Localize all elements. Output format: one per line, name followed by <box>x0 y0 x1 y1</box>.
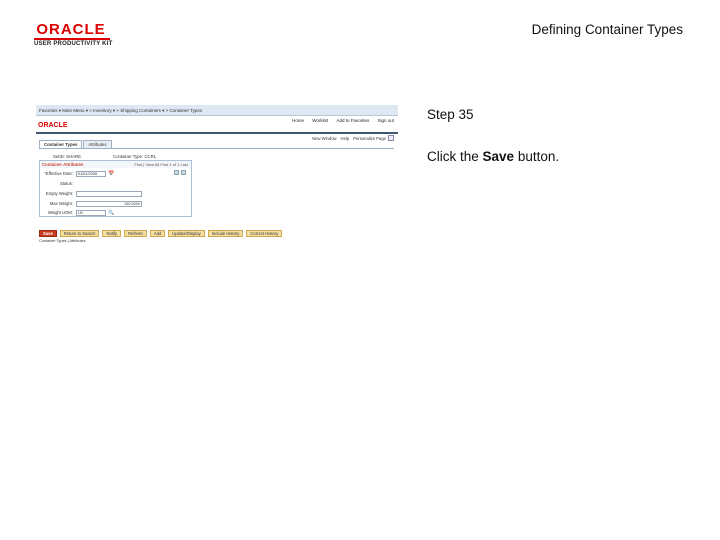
save-button[interactable]: Save <box>39 230 57 237</box>
instruction-target: Save <box>482 149 515 164</box>
page-options-icon[interactable] <box>388 135 394 141</box>
field-row-effective-date: *Effective Date: 01/01/2008 📅 <box>40 171 150 177</box>
field-row-status: Status: <box>40 181 150 187</box>
correct-history-button[interactable]: Correct History <box>246 230 283 237</box>
nav-signout-link[interactable]: Sign out <box>377 118 394 123</box>
header-divider <box>36 132 398 134</box>
setid-label: SetID: SHARE <box>53 154 81 159</box>
logo-brand: ORACLE <box>36 21 106 38</box>
panel-title: Container Attributes <box>42 162 84 167</box>
app-screenshot: Favorites ▾ Main Menu ▾ > Inventory ▾ > … <box>36 105 398 247</box>
step-label: Step 35 <box>427 107 474 122</box>
container-type-label: Container Type: CCRL <box>113 154 157 159</box>
field-label: Empty Weight: <box>45 191 73 196</box>
delete-row-icon[interactable] <box>181 170 186 175</box>
nav-worklist-link[interactable]: Worklist <box>312 118 328 123</box>
max-weight-input[interactable]: 150.0000 <box>76 201 142 207</box>
top-nav: Home Worklist Add to Favorites Sign out <box>285 118 394 123</box>
tab-container-types[interactable]: Container Types <box>39 140 83 148</box>
field-label: Max Weight: <box>49 201 73 206</box>
toolbar: Save Return to Search Notify Refresh Add… <box>39 230 285 237</box>
lookup-icon[interactable]: 🔍 <box>108 210 114 216</box>
slide-title: Defining Container Types <box>531 22 683 37</box>
field-row-max-weight: Max Weight: 150.0000 <box>40 201 150 207</box>
field-label: Weight UOM: <box>47 210 73 215</box>
field-label: Status: <box>59 181 73 186</box>
update-display-button[interactable]: Update/Display <box>168 230 205 237</box>
logo-rule <box>34 38 110 40</box>
return-to-search-button[interactable]: Return to Search <box>59 230 100 237</box>
nav-home-link[interactable]: Home <box>292 118 304 123</box>
page-actions: New Window Help Personalize Page <box>308 135 394 141</box>
container-attributes-panel: Container Attributes Find | View All Fir… <box>39 160 192 217</box>
field-label: *Effective Date: <box>44 171 73 176</box>
panel-header: Container Attributes Find | View All Fir… <box>40 161 191 168</box>
logo-product: USER PRODUCTIVITY KIT <box>34 41 113 47</box>
app-logo: ORACLE <box>38 122 68 129</box>
breadcrumb: Favorites ▾ Main Menu ▾ > Inventory ▾ > … <box>36 105 398 116</box>
instruction-suffix: button. <box>514 149 560 164</box>
nav-add-favorites-link[interactable]: Add to Favorites <box>336 118 369 123</box>
refresh-button[interactable]: Refresh <box>124 230 147 237</box>
footer-links[interactable]: Container Types | Attributes <box>39 239 86 243</box>
help-link[interactable]: Help <box>341 136 350 141</box>
notify-button[interactable]: Notify <box>102 230 122 237</box>
tab-attributes[interactable]: Attributes <box>83 140 112 148</box>
page-tabs: Container Types Attributes <box>39 140 113 148</box>
include-history-button[interactable]: Include History <box>207 230 244 237</box>
field-row-weight-uom: Weight UOM: LB 🔍 <box>40 210 150 216</box>
instruction-prefix: Click the <box>427 149 483 164</box>
row-controls <box>172 170 186 175</box>
empty-weight-input[interactable] <box>76 191 142 197</box>
calendar-icon[interactable]: 📅 <box>108 171 114 177</box>
add-button[interactable]: Add <box>149 230 166 237</box>
oracle-upk-logo: ORACLE USER PRODUCTIVITY KIT <box>34 22 126 48</box>
panel-navigation[interactable]: Find | View All First 1 of 1 Last <box>134 161 188 168</box>
new-window-link[interactable]: New Window <box>312 136 336 141</box>
effective-date-input[interactable]: 01/01/2008 <box>76 171 106 177</box>
add-row-icon[interactable] <box>174 170 179 175</box>
weight-uom-input[interactable]: LB <box>76 210 106 216</box>
field-row-empty-weight: Empty Weight: <box>40 191 150 197</box>
personalize-page-link[interactable]: Personalize Page <box>353 136 386 141</box>
tab-divider <box>39 148 394 149</box>
step-instruction: Click the Save button. <box>427 149 559 164</box>
